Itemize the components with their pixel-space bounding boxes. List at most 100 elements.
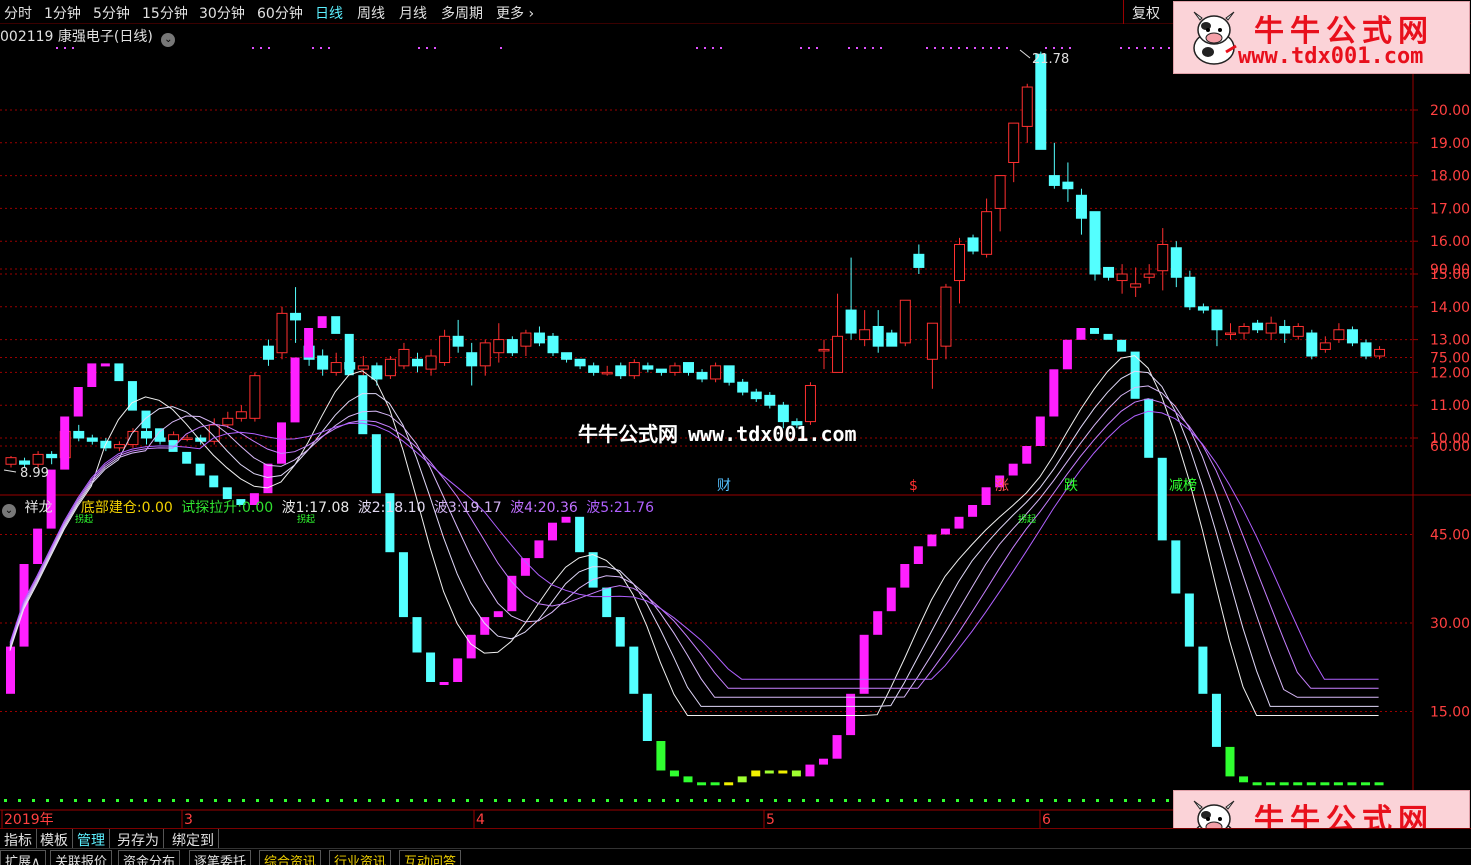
indicator-bar	[629, 646, 639, 694]
indicator-bar	[913, 546, 923, 564]
candle-down	[290, 312, 302, 321]
baseline-dot	[1152, 799, 1155, 802]
indicator-bar	[155, 428, 165, 441]
top-signal-dot	[704, 47, 706, 49]
field-wave1-value: 17.08	[309, 500, 350, 516]
top-signal-dot	[1053, 47, 1055, 49]
baseline-dot	[480, 799, 483, 802]
top-signal-dot	[934, 47, 936, 49]
field-bottom-label: 底部建仓:	[80, 500, 142, 516]
info-tab-industry-news[interactable]: 行业资讯	[329, 850, 392, 865]
tab-save-as[interactable]: 另存为	[113, 829, 164, 849]
candle-down	[723, 365, 735, 383]
candle-down	[913, 253, 925, 268]
event-marker: $	[909, 478, 918, 494]
chevron-down-icon[interactable]: ⌄	[161, 33, 176, 47]
tab-bind-to[interactable]: 绑定到	[168, 829, 219, 849]
indicator-bar	[1374, 782, 1384, 786]
indicator-bar	[1225, 746, 1235, 777]
tab-indicator[interactable]: 指标	[0, 829, 37, 849]
info-tab-extend[interactable]: 扩展∧	[0, 850, 46, 865]
baseline-dot	[1166, 799, 1169, 802]
price-tick-label: 12.00	[1430, 365, 1470, 381]
indicator-bar	[520, 558, 530, 576]
top-signal-dot	[268, 47, 270, 49]
baseline-dot	[816, 799, 819, 802]
indicator-bar	[1333, 782, 1343, 786]
stock-title: 002119 康强电子(日线) ⌄	[0, 26, 176, 47]
top-signal-dot	[426, 47, 428, 49]
info-tab-fund-distribution[interactable]: 资金分布	[118, 850, 181, 865]
indicator-bar	[182, 451, 192, 464]
baseline-dot	[508, 799, 511, 802]
period-tab-15min[interactable]: 15分钟	[142, 3, 188, 23]
top-signal-dot	[856, 47, 858, 49]
period-tab-5min[interactable]: 5分钟	[93, 3, 130, 23]
date-tick-label: 2019年	[4, 812, 54, 828]
candle-down	[1103, 266, 1115, 278]
chevron-down-icon[interactable]: ⌄	[2, 504, 16, 518]
price-tick-label: 19.00	[1430, 136, 1470, 152]
candle-up	[479, 342, 491, 367]
candle-up	[628, 362, 640, 377]
indicator-series	[4, 316, 1384, 802]
candle-down	[317, 355, 329, 370]
info-tab-tick-orders[interactable]: 逐笔委托	[189, 850, 252, 865]
tab-manage[interactable]: 管理	[73, 829, 110, 849]
candle-up	[493, 339, 505, 354]
candle-down	[86, 437, 98, 442]
candle-up	[1225, 332, 1236, 336]
baseline-dot	[662, 799, 665, 802]
period-tab-60min[interactable]: 60分钟	[257, 3, 303, 23]
price-tick-label: 18.00	[1430, 169, 1470, 185]
indicator-bar	[954, 516, 964, 529]
top-signal-dot	[328, 47, 330, 49]
period-tab-fenshi[interactable]: 分时	[4, 3, 32, 23]
candle-up	[981, 211, 993, 255]
baseline-dot	[102, 799, 105, 802]
baseline-dot	[1124, 799, 1127, 802]
indicator-bar	[1157, 457, 1167, 541]
info-tab-news[interactable]: 综合资讯	[259, 850, 322, 865]
candle-up	[330, 362, 342, 373]
indicator-bar	[981, 487, 991, 505]
candle-down	[1346, 329, 1358, 344]
indicator-bar	[398, 552, 408, 618]
candle-up	[1238, 325, 1250, 334]
baseline-dot	[732, 799, 735, 802]
candle-up	[425, 355, 437, 370]
baseline-dot	[354, 799, 357, 802]
candle-down	[466, 352, 478, 367]
candle-up	[222, 417, 234, 426]
field-wave4-value: 20.36	[537, 500, 578, 516]
indicator-bar	[846, 693, 856, 736]
candle-down	[19, 460, 31, 465]
info-tab-related-quote[interactable]: 关联报价	[50, 850, 113, 865]
top-signal-dot	[1144, 47, 1146, 49]
baseline-dot	[690, 799, 693, 802]
candle-up	[1116, 273, 1128, 282]
top-signal-dot	[926, 47, 928, 49]
indicator-bar	[195, 463, 205, 476]
info-tab-qa[interactable]: 互动问答	[399, 850, 462, 865]
price-high-pointer	[1019, 49, 1031, 59]
indicator-name[interactable]: 祥龙	[24, 500, 52, 516]
period-tab-weekly[interactable]: 周线	[357, 3, 385, 23]
tab-template[interactable]: 模板	[36, 829, 73, 849]
field-test-value: 0.00	[241, 500, 274, 516]
cow-logo-icon	[1193, 11, 1237, 65]
period-tab-1min[interactable]: 1分钟	[44, 3, 81, 23]
period-tab-30min[interactable]: 30分钟	[199, 3, 245, 23]
indicator-bar	[900, 564, 910, 588]
baseline-dot	[536, 799, 539, 802]
baseline-dot	[452, 799, 455, 802]
period-tab-more[interactable]: 更多 ›	[496, 3, 534, 23]
indicator-bar	[412, 617, 422, 653]
indicator-bar	[561, 516, 571, 523]
candle-down	[588, 365, 600, 373]
period-tab-multi[interactable]: 多周期	[441, 3, 483, 23]
restore-rights-button[interactable]: 复权	[1123, 0, 1171, 24]
baseline-dot	[984, 799, 987, 802]
period-tab-monthly[interactable]: 月线	[399, 3, 427, 23]
period-tab-daily[interactable]: 日线	[315, 3, 343, 23]
